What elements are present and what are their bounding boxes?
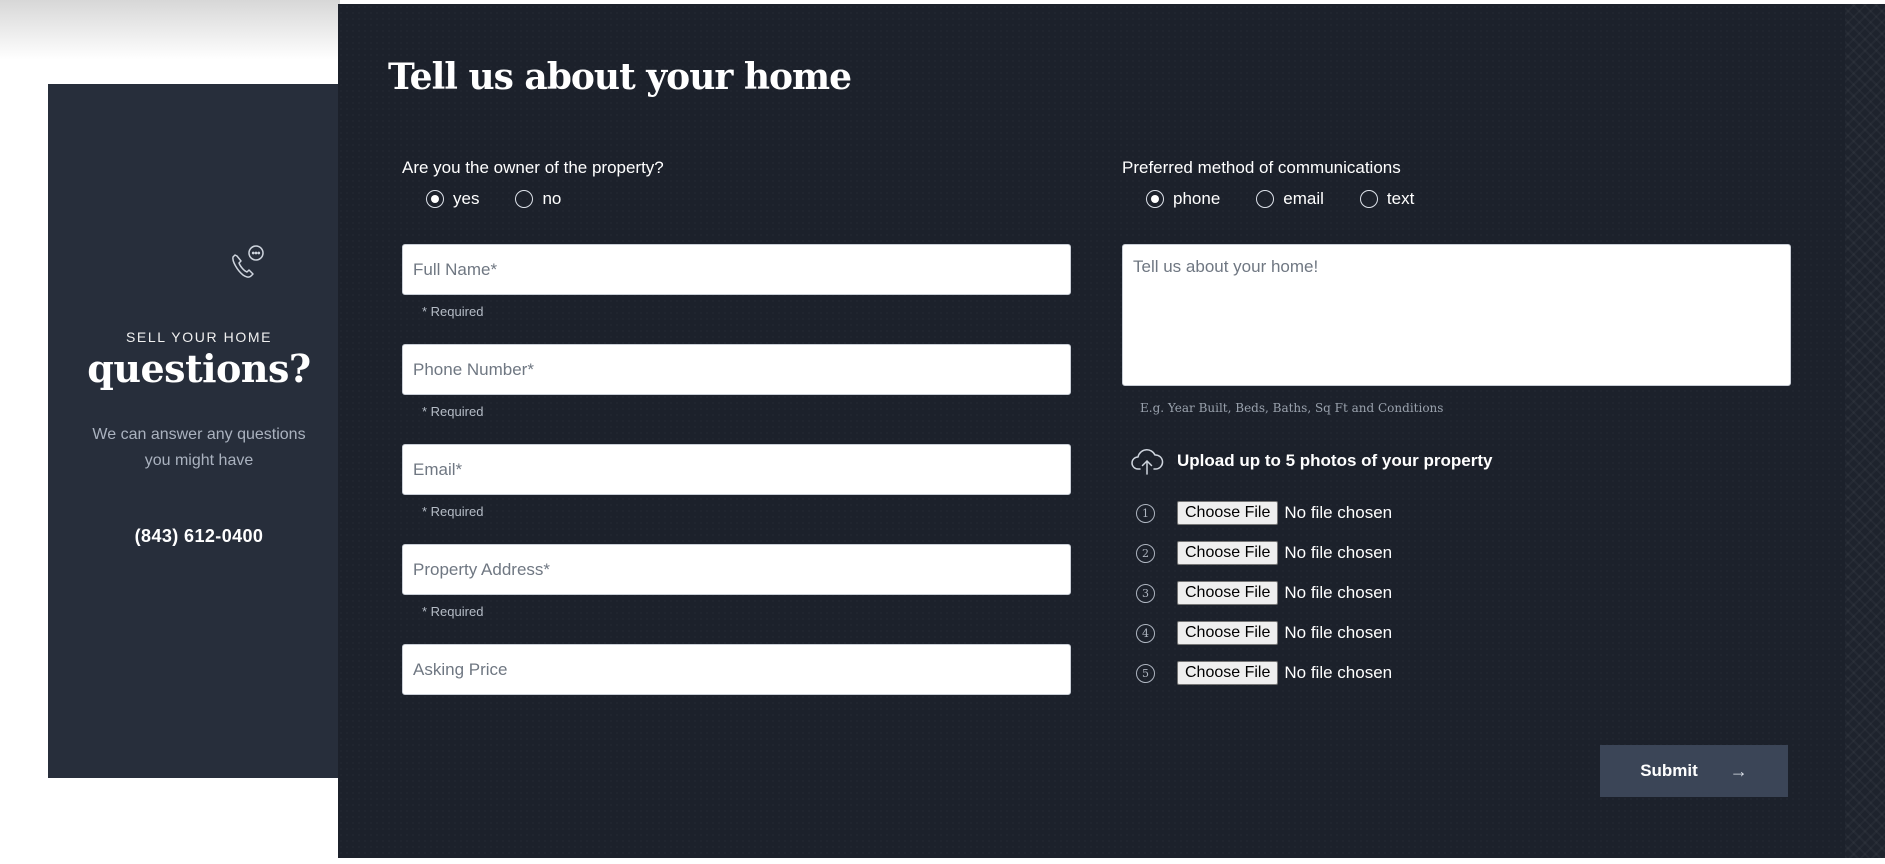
radio-label: no xyxy=(542,189,562,208)
choose-file-button-2[interactable]: Choose File xyxy=(1177,541,1279,565)
choose-file-button-1[interactable]: Choose File xyxy=(1177,501,1279,525)
card-kicker: SELL YOUR HOME xyxy=(125,329,273,345)
file-status-1: No file chosen xyxy=(1284,503,1393,522)
home-details-textarea[interactable] xyxy=(1122,244,1791,386)
phone-number-link[interactable]: (843) 612-0400 xyxy=(48,526,350,547)
radio-indicator[interactable] xyxy=(1256,190,1275,208)
number-4-icon: 4 xyxy=(1136,623,1155,643)
number-3-icon: 3 xyxy=(1136,583,1155,603)
address-required-note: * Required xyxy=(422,604,484,619)
owner-question-label: Are you the owner of the property? xyxy=(402,158,664,177)
radio-checked-indicator[interactable] xyxy=(1146,190,1164,208)
number-5-icon: 5 xyxy=(1136,663,1155,683)
arrow-right-icon: → xyxy=(1729,760,1748,781)
owner-radio-yes[interactable]: yes xyxy=(426,189,479,209)
email-required-note: * Required xyxy=(422,504,484,519)
file-upload-row-1: 1 Choose File No file chosen xyxy=(1136,501,1392,525)
submit-label: Submit xyxy=(1640,761,1698,780)
form-title: Tell us about your home xyxy=(388,56,852,98)
radio-indicator[interactable] xyxy=(515,190,534,208)
full-name-required-note: * Required xyxy=(422,304,484,319)
radio-label: text xyxy=(1386,189,1415,208)
contact-method-label: Preferred method of communications xyxy=(1122,158,1401,177)
card-description: We can answer any questions you might ha… xyxy=(92,426,306,469)
email-input[interactable] xyxy=(402,444,1071,495)
choose-file-button-5[interactable]: Choose File xyxy=(1177,661,1279,685)
contact-radio-text[interactable]: text xyxy=(1359,189,1415,209)
contact-radio-phone[interactable]: phone xyxy=(1146,189,1220,209)
questions-card: SELL YOUR HOME questions? We can answer … xyxy=(48,84,350,778)
file-status-2: No file chosen xyxy=(1284,543,1393,562)
file-upload-row-2: 2 Choose File No file chosen xyxy=(1136,541,1392,565)
file-status-5: No file chosen xyxy=(1284,663,1393,682)
cloud-upload-icon xyxy=(1131,449,1164,475)
choose-file-button-3[interactable]: Choose File xyxy=(1177,581,1279,605)
contact-radio-email[interactable]: email xyxy=(1256,189,1324,209)
phone-required-note: * Required xyxy=(422,404,484,419)
property-address-input[interactable] xyxy=(402,544,1071,595)
choose-file-button-4[interactable]: Choose File xyxy=(1177,621,1279,645)
radio-label: phone xyxy=(1173,189,1221,208)
upload-header: Upload up to 5 photos of your property xyxy=(1130,444,1492,478)
upload-title: Upload up to 5 photos of your property xyxy=(1177,451,1493,470)
radio-indicator[interactable] xyxy=(1359,190,1378,208)
file-upload-row-5: 5 Choose File No file chosen xyxy=(1136,661,1392,685)
submit-button[interactable]: Submit → xyxy=(1600,745,1788,797)
file-upload-row-4: 4 Choose File No file chosen xyxy=(1136,621,1392,645)
phone-chat-icon xyxy=(232,245,264,278)
owner-radio-no[interactable]: no xyxy=(515,189,561,209)
number-2-icon: 2 xyxy=(1136,543,1155,563)
page-background-fade xyxy=(0,0,340,60)
file-status-3: No file chosen xyxy=(1284,583,1393,602)
panel-pattern-edge xyxy=(1845,4,1885,858)
full-name-input[interactable] xyxy=(402,244,1071,295)
file-upload-row-3: 3 Choose File No file chosen xyxy=(1136,581,1392,605)
card-heading: questions? xyxy=(87,346,311,391)
contact-radio-group: phone email text xyxy=(1146,189,1450,209)
file-status-4: No file chosen xyxy=(1284,623,1393,642)
sell-home-form-panel: Tell us about your home Are you the owne… xyxy=(338,4,1885,858)
owner-radio-group: yes no xyxy=(426,189,597,209)
home-details-hint: E.g. Year Built, Beds, Baths, Sq Ft and … xyxy=(1140,401,1444,415)
phone-number-input[interactable] xyxy=(402,344,1071,395)
radio-checked-indicator[interactable] xyxy=(426,190,444,208)
number-1-icon: 1 xyxy=(1136,503,1155,523)
asking-price-input[interactable] xyxy=(402,644,1071,695)
radio-label: yes xyxy=(453,189,480,208)
radio-label: email xyxy=(1283,189,1324,208)
